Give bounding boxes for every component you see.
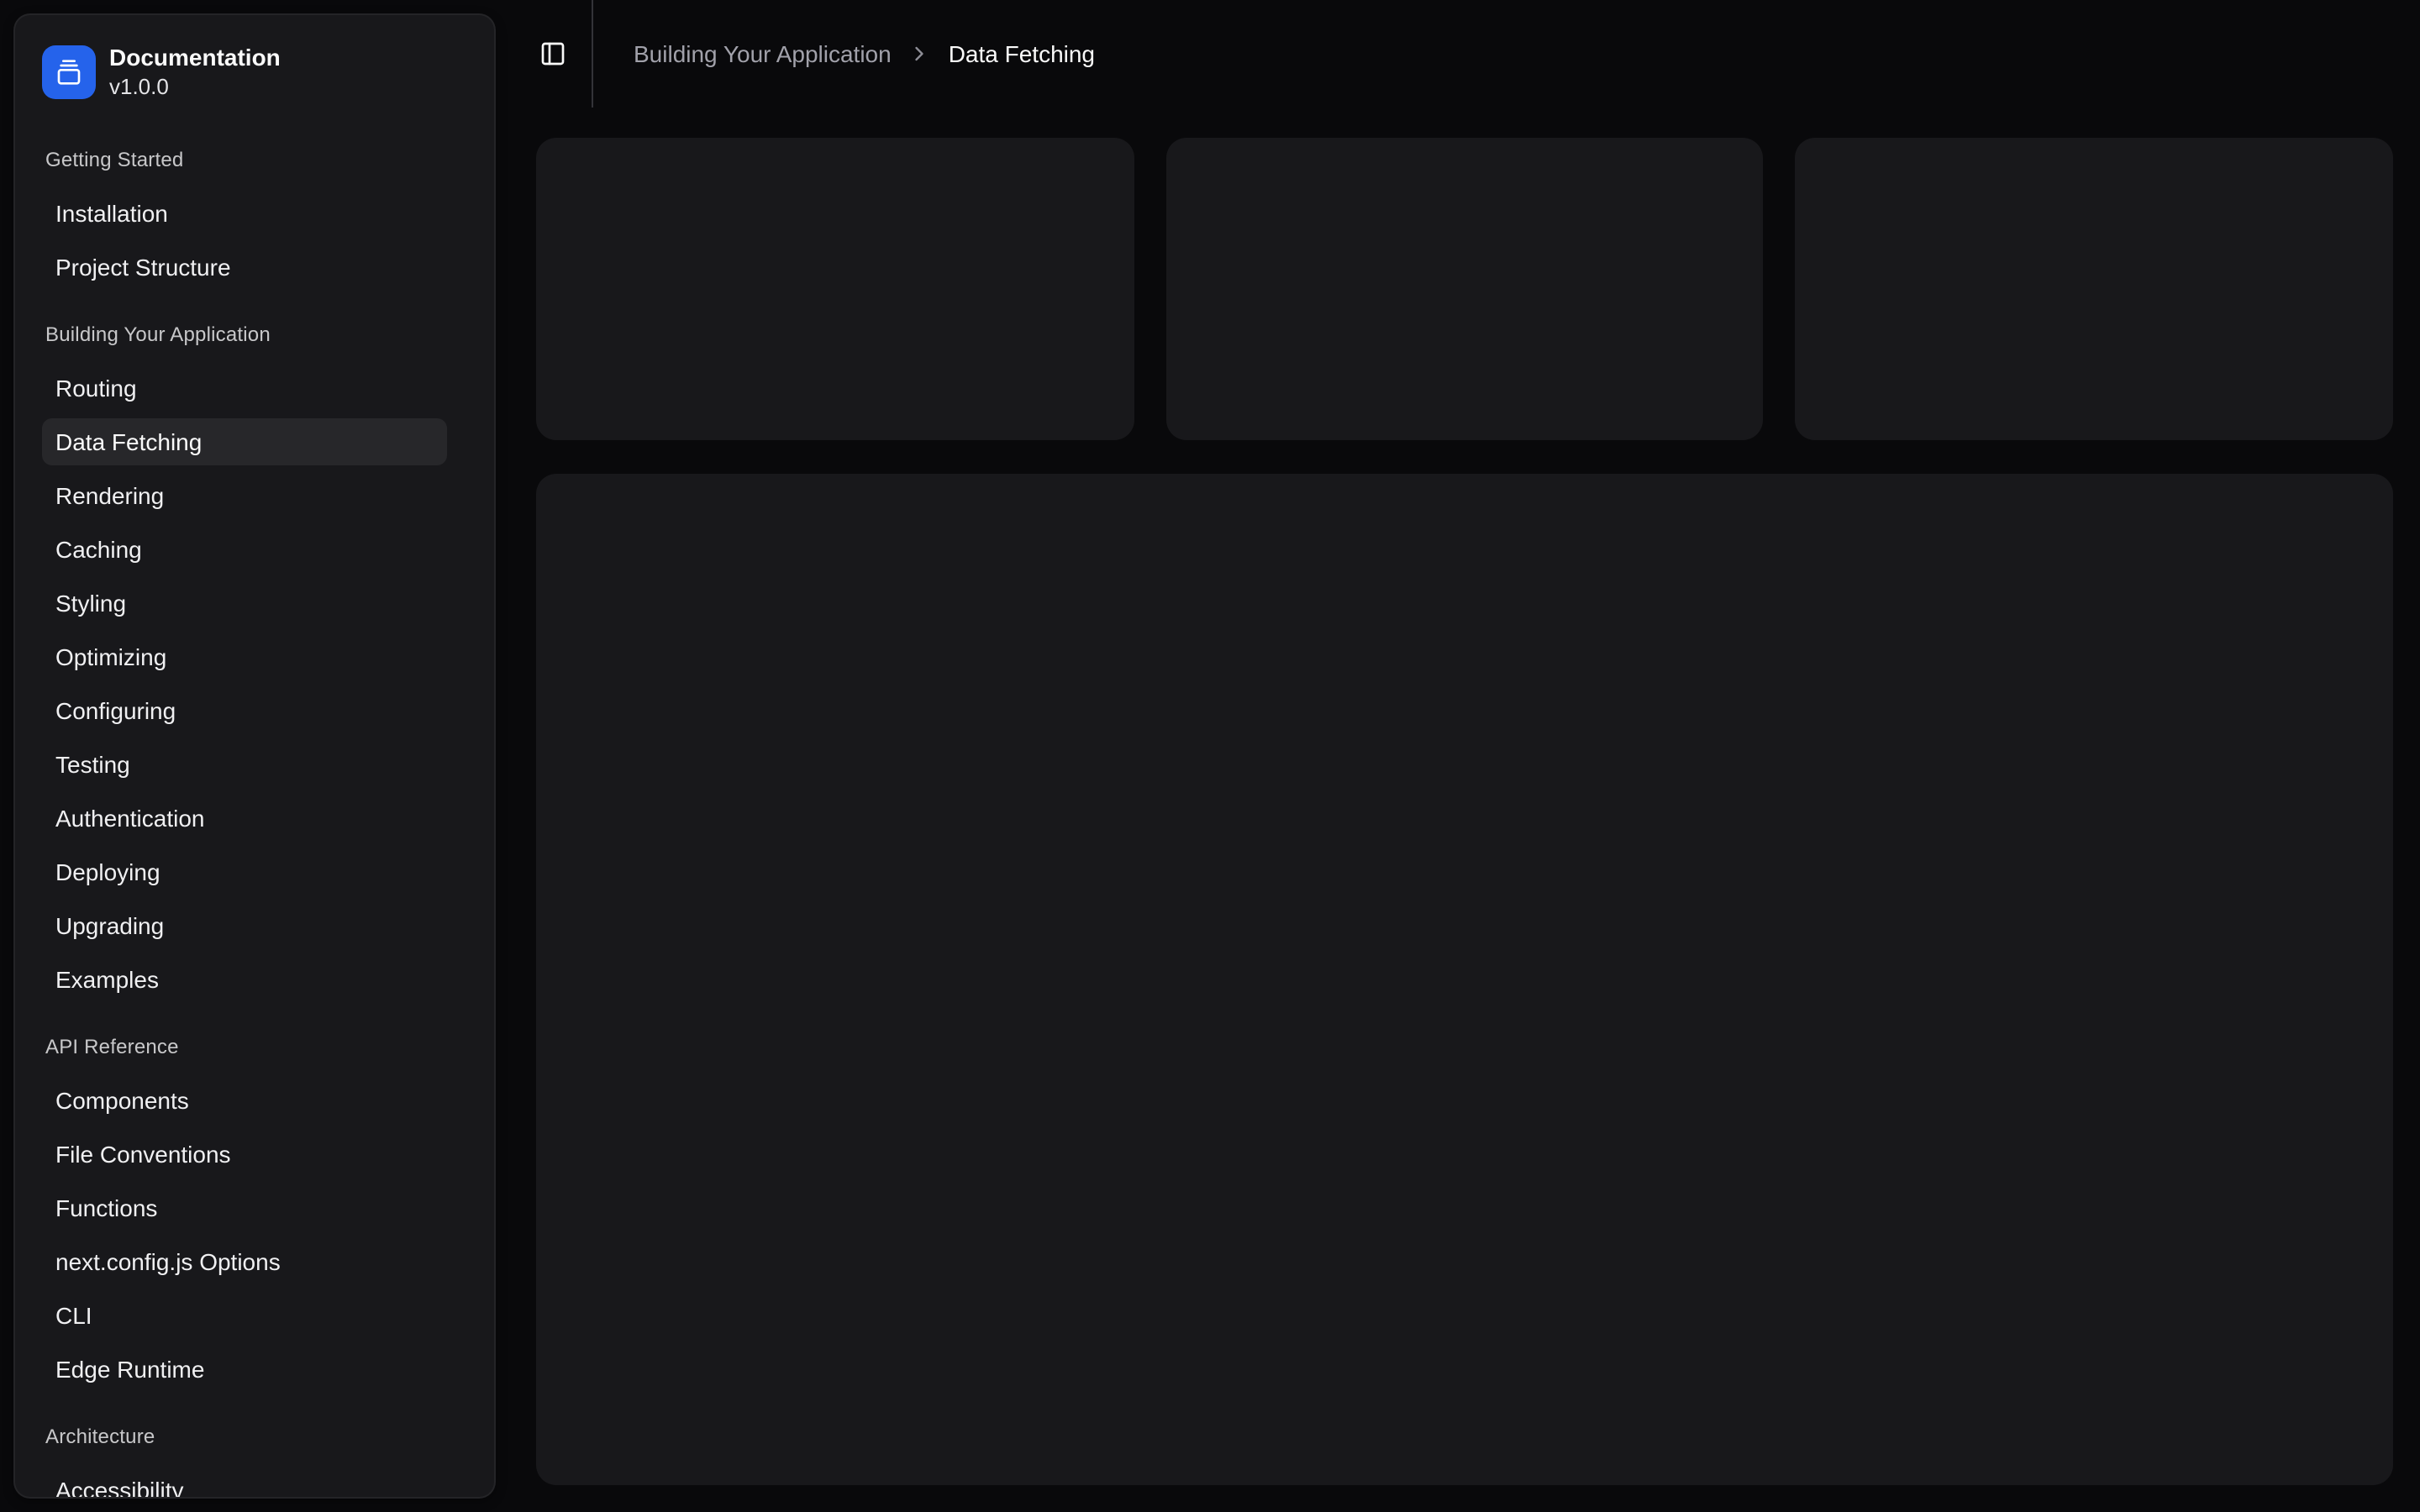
nav-menu: Installation Project Structure [42,190,447,291]
sidebar-nav: Getting Started Installation Project Str… [15,126,494,1497]
sidebar-item-file-conventions[interactable]: File Conventions [42,1131,447,1178]
main-content [509,108,2420,1512]
sidebar-toggle-button[interactable] [529,30,576,77]
sidebar-item-rendering[interactable]: Rendering [42,472,447,519]
chevron-right-icon [908,42,932,66]
sidebar-item-testing[interactable]: Testing [42,741,447,788]
placeholder-card [1165,138,1764,440]
breadcrumb-parent-link[interactable]: Building Your Application [634,40,892,67]
app-version: v1.0.0 [109,73,169,99]
sidebar-header: Documentation v1.0.0 [15,15,494,126]
nav-group-label: Building Your Application [45,323,271,346]
sidebar-item-optimizing[interactable]: Optimizing [42,633,447,680]
app-title: Documentation [109,44,281,71]
sidebar: Documentation v1.0.0 Getting Started Ins… [13,13,496,1499]
workspace-switcher-button[interactable]: Documentation v1.0.0 [29,32,481,113]
logo-badge [42,45,96,99]
nav-menu: Accessibility [42,1467,447,1497]
gallery-vertical-end-icon [55,59,82,86]
nav-group-architecture: Architecture Accessibility [15,1406,494,1497]
sidebar-item-examples[interactable]: Examples [42,956,447,1003]
nav-group-label: Architecture [45,1425,155,1448]
sidebar-item-authentication[interactable]: Authentication [42,795,447,842]
nav-group-building-your-application: Building Your Application Routing Data F… [15,304,494,1016]
sidebar-item-upgrading[interactable]: Upgrading [42,902,447,949]
placeholder-card-row [536,138,2393,440]
sidebar-item-edge-runtime[interactable]: Edge Runtime [42,1346,447,1393]
app-root: Documentation v1.0.0 Getting Started Ins… [0,0,2420,1512]
nav-group-label: API Reference [45,1035,179,1058]
main-header: Building Your Application Data Fetching [509,0,2420,108]
breadcrumb-current-page: Data Fetching [948,40,1096,67]
sidebar-title-block: Documentation v1.0.0 [109,45,281,98]
panel-left-icon [539,40,566,67]
nav-menu: Routing Data Fetching Rendering Caching … [42,365,447,1003]
sidebar-item-styling[interactable]: Styling [42,580,447,627]
sidebar-item-next-config-js-options[interactable]: next.config.js Options [42,1238,447,1285]
nav-group-getting-started: Getting Started Installation Project Str… [15,129,494,304]
sidebar-item-configuring[interactable]: Configuring [42,687,447,734]
nav-group-label: Getting Started [45,148,184,171]
nav-menu: Components File Conventions Functions ne… [42,1077,447,1393]
sidebar-item-cli[interactable]: CLI [42,1292,447,1339]
sidebar-item-data-fetching[interactable]: Data Fetching [42,418,447,465]
sidebar-item-caching[interactable]: Caching [42,526,447,573]
placeholder-card [536,138,1134,440]
nav-group-api-reference: API Reference Components File Convention… [15,1016,494,1406]
sidebar-item-installation[interactable]: Installation [42,190,447,237]
placeholder-card [1795,138,2393,440]
sidebar-item-deploying[interactable]: Deploying [42,848,447,895]
main-area: Building Your Application Data Fetching [509,0,2420,1512]
breadcrumb: Building Your Application Data Fetching [634,40,1095,67]
placeholder-panel [536,474,2393,1485]
sidebar-item-components[interactable]: Components [42,1077,447,1124]
sidebar-item-routing[interactable]: Routing [42,365,447,412]
sidebar-item-project-structure[interactable]: Project Structure [42,244,447,291]
sidebar-item-functions[interactable]: Functions [42,1184,447,1231]
sidebar-item-accessibility[interactable]: Accessibility [42,1467,447,1497]
header-separator [592,0,593,108]
